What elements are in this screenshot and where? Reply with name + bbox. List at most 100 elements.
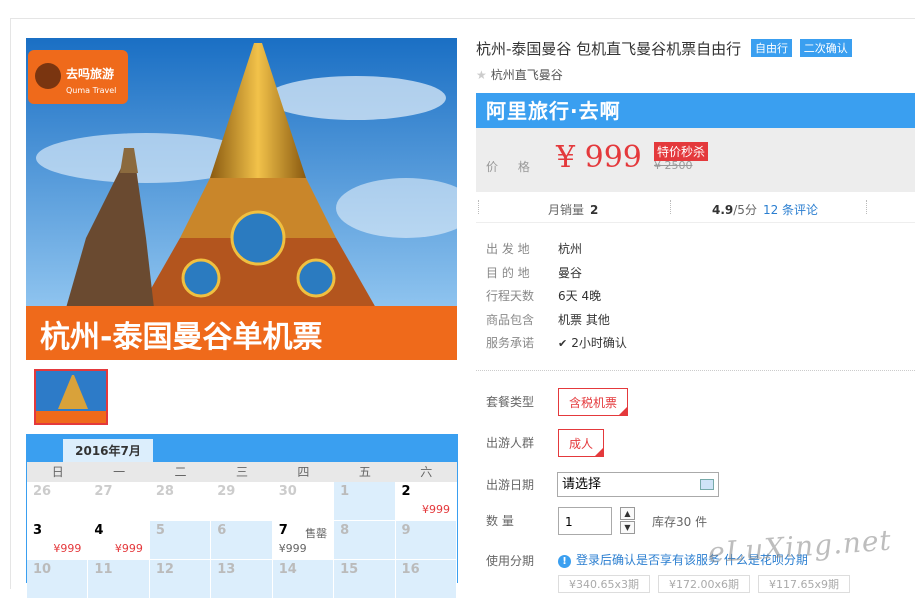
subtitle-text: 杭州直飞曼谷 xyxy=(490,68,563,82)
monthly-sales-label: 月销量 xyxy=(548,203,585,217)
calendar-day: 8 xyxy=(334,521,396,560)
date-label: 出游日期 xyxy=(486,478,535,492)
calendar-day: 28 xyxy=(149,482,212,521)
info-value: 杭州 xyxy=(558,242,583,256)
calendar-day: 1 xyxy=(334,482,396,521)
weekday-label: 六 xyxy=(420,465,433,479)
crowd-option[interactable]: 成人 xyxy=(558,429,605,457)
price-calendar: 2016年7月 日一二三四五六 26 27 28 29 30 1 2 ¥999 3 ¥999 4 ¥9… xyxy=(26,434,458,599)
info-icon: ! xyxy=(558,555,571,568)
monthly-sales: 月销量 2 xyxy=(548,201,598,218)
info-value: 机票 其他 xyxy=(558,312,610,327)
calendar-day[interactable]: 7 ¥999 售罄 xyxy=(272,521,335,560)
calendar-weekdays: 日一二三四五六 xyxy=(27,462,457,482)
brand-banner: 阿里旅行·去啊 xyxy=(476,93,915,128)
info-row: 出 发 地 杭州 xyxy=(486,240,627,264)
weekday-label: 三 xyxy=(235,465,248,479)
day-number: 26 xyxy=(33,484,52,499)
calendar-header: 2016年7月 xyxy=(27,435,457,462)
day-price: ¥999 xyxy=(278,542,307,555)
calendar-month: 2016年7月 xyxy=(63,439,153,462)
day-number: 13 xyxy=(217,562,236,577)
stats-divider xyxy=(866,200,867,214)
calendar-day[interactable]: 3 ¥999 xyxy=(27,521,89,560)
product-subtitle: ★ 杭州直飞曼谷 xyxy=(476,66,563,83)
service-promise: 2小时确认 xyxy=(571,336,627,350)
info-key: 出 发 地 xyxy=(486,242,530,256)
calendar-day: 9 xyxy=(395,521,457,560)
calendar-day: 11 xyxy=(88,560,150,599)
stock-text: 库存30 件 xyxy=(652,515,708,529)
reviews-link[interactable]: 12 条评论 xyxy=(763,203,818,217)
calendar-day: 10 xyxy=(27,560,89,599)
info-value: 曼谷 xyxy=(558,265,583,280)
package-label: 套餐类型 xyxy=(486,395,535,409)
day-number: 12 xyxy=(155,562,174,577)
product-title-text: 杭州-泰国曼谷 包机直飞曼谷机票自由行 xyxy=(476,40,742,58)
weekday-label: 一 xyxy=(113,465,126,479)
star-icon[interactable]: ★ xyxy=(476,68,487,82)
calendar-icon[interactable] xyxy=(700,479,714,490)
info-row: 目 的 地 曼谷 xyxy=(486,264,627,288)
product-info: 出 发 地 杭州 目 的 地 曼谷 行程天数 6天 4晚 商品包含 机票 其他 服务承诺… xyxy=(486,240,627,358)
day-number: 2 xyxy=(401,484,411,499)
product-title: 杭州-泰国曼谷 包机直飞曼谷机票自由行 自由行 二次确认 xyxy=(476,38,852,59)
day-number: 1 xyxy=(340,484,350,499)
day-number: 3 xyxy=(33,523,43,538)
hero-logo-cn: 去吗旅游 xyxy=(66,66,114,81)
weekday-label: 二 xyxy=(174,465,187,479)
info-row: 商品包含 机票 其他 xyxy=(486,311,627,335)
info-row: 服务承诺 ✔ 2小时确认 xyxy=(486,334,627,358)
sold-out-tag: 售罄 xyxy=(305,527,328,540)
product-thumbnail[interactable] xyxy=(34,369,108,425)
calendar-day: 5 xyxy=(149,521,212,560)
day-number: 16 xyxy=(401,562,420,577)
calendar-day[interactable]: 4 ¥999 xyxy=(88,521,150,560)
package-option[interactable]: 含税机票 xyxy=(558,388,629,416)
quantity-input[interactable]: 1 xyxy=(558,507,612,535)
day-number: 27 xyxy=(94,484,113,499)
weekday-label: 五 xyxy=(358,465,371,479)
badge-reconfirm: 二次确认 xyxy=(799,39,852,57)
day-price: ¥999 xyxy=(421,503,450,516)
stats-divider xyxy=(670,200,671,214)
day-number: 29 xyxy=(217,484,236,499)
installment-plan[interactable]: ¥117.65x9期 xyxy=(758,575,850,593)
day-number: 5 xyxy=(155,523,165,538)
calendar-day: 30 xyxy=(272,482,335,521)
price-box: 价 格 ¥ 999 特价秒杀 ¥ 2500 xyxy=(476,128,915,192)
info-value: ✔ 2小时确认 xyxy=(558,334,627,358)
info-row: 行程天数 6天 4晚 xyxy=(486,287,627,311)
installment-label: 使用分期 xyxy=(486,554,535,568)
calendar-day: 6 xyxy=(211,521,273,560)
calendar-day: 27 xyxy=(88,482,150,521)
day-number: 15 xyxy=(340,562,359,577)
day-price: ¥999 xyxy=(114,542,143,555)
quantity-up-button[interactable]: ▲ xyxy=(620,507,635,520)
day-number: 4 xyxy=(94,523,104,538)
weekday-label: 日 xyxy=(51,465,64,479)
installment-plan[interactable]: ¥340.65x3期 xyxy=(558,575,650,593)
calendar-day: 13 xyxy=(211,560,273,599)
info-key: 商品包含 xyxy=(486,312,535,327)
calendar-week: 26 27 28 29 30 1 2 ¥999 xyxy=(27,482,457,521)
info-key: 服务承诺 xyxy=(486,336,535,350)
calendar-day[interactable]: 2 ¥999 xyxy=(395,482,457,521)
rating-value: 4.9 xyxy=(712,203,734,217)
installment-plans: ¥340.65x3期 ¥172.00x6期 ¥117.65x9期 xyxy=(558,575,858,593)
day-number: 8 xyxy=(340,523,350,538)
installment-login-link[interactable]: 登录后确认是否享有该服务 xyxy=(576,553,720,567)
day-number: 14 xyxy=(278,562,297,577)
day-price: ¥999 xyxy=(53,542,82,555)
calendar-day: 26 xyxy=(27,482,89,521)
installment-plan[interactable]: ¥172.00x6期 xyxy=(658,575,750,593)
calendar-day: 14 xyxy=(272,560,335,599)
date-placeholder: 请选择 xyxy=(562,477,602,492)
date-select[interactable]: 请选择 xyxy=(557,472,719,497)
quantity-down-button[interactable]: ▼ xyxy=(620,521,635,534)
day-number: 9 xyxy=(401,523,411,538)
day-number: 28 xyxy=(155,484,174,499)
day-number: 7 xyxy=(278,523,288,538)
day-number: 11 xyxy=(94,562,113,577)
hero-caption: 杭州-泰国曼谷单机票 xyxy=(40,320,322,355)
